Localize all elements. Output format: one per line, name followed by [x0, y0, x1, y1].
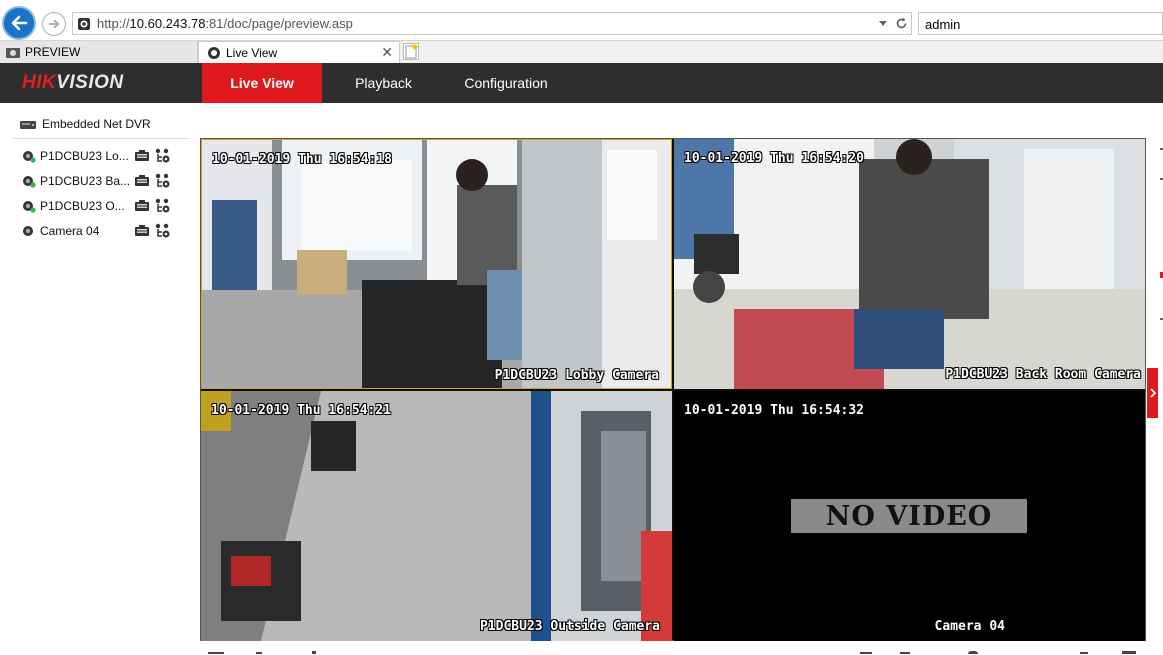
close-tab-icon[interactable]: ✕ [381, 44, 393, 61]
address-bar[interactable]: http://10.60.243.78:81/doc/page/preview.… [72, 12, 912, 35]
video-pane-back-room[interactable]: 10-01-2019 Thu 16:54:20 P1DCBU23 Back Ro… [674, 139, 1145, 389]
tool-icon[interactable] [860, 652, 872, 654]
osd-timestamp: 10-01-2019 Thu 16:54:20 [684, 151, 865, 166]
video-pane-lobby[interactable]: 10-01-2019 Thu 16:54:18 P1DCBU23 Lobby C… [201, 139, 672, 389]
osd-camera-name: P1DCBU23 Back Room Camera [945, 367, 1141, 382]
osd-camera-name: P1DCBU23 Lobby Camera [494, 368, 659, 383]
video-grid: 10-01-2019 Thu 16:54:18 P1DCBU23 Lobby C… [200, 138, 1146, 641]
tool-icon[interactable] [968, 651, 978, 654]
site-favicon-icon [208, 46, 220, 59]
camera-online-icon [23, 176, 36, 188]
tool-icon[interactable] [900, 652, 910, 654]
tool-icon[interactable] [256, 652, 262, 654]
recording-icon[interactable] [135, 225, 149, 236]
browser-tab-bar: PREVIEW Live View ✕ [0, 40, 1163, 64]
arrow-left-icon [11, 15, 28, 31]
camera-label: P1DCBU23 O... [40, 199, 125, 213]
tool-icon[interactable] [1122, 651, 1136, 654]
arrow-right-icon [49, 19, 60, 29]
forward-button[interactable] [42, 12, 66, 36]
tool-icon[interactable] [312, 651, 316, 654]
camera-item[interactable]: P1DCBU23 Ba... [22, 171, 172, 191]
osd-camera-name: P1DCBU23 Outside Camera [479, 619, 660, 634]
camera-item[interactable]: P1DCBU23 Lo... [22, 146, 172, 166]
camera-online-icon [23, 201, 36, 213]
ptz-control-icon[interactable] [155, 198, 171, 214]
camera-item[interactable]: Camera 04 [22, 221, 172, 241]
nav-live-view[interactable]: Live View [202, 63, 322, 103]
video-feed-image [201, 391, 672, 641]
no-video-banner: NO VIDEO [791, 499, 1027, 533]
refresh-icon[interactable] [895, 17, 908, 30]
recording-icon[interactable] [135, 200, 149, 211]
recording-icon[interactable] [135, 150, 149, 161]
video-feed-image [674, 139, 1145, 389]
toolbar-strip [200, 642, 1146, 655]
divider [12, 138, 190, 139]
app-header [0, 63, 1163, 103]
ptz-control-icon[interactable] [155, 148, 171, 164]
hikvision-logo: HIKVISION [22, 72, 124, 93]
osd-timestamp: 10-01-2019 Thu 16:54:18 [212, 152, 393, 167]
device-name: Embedded Net DVR [42, 117, 151, 131]
camera-offline-icon [23, 226, 33, 236]
camera-label: P1DCBU23 Ba... [40, 174, 131, 188]
video-pane-camera-04[interactable]: 10-01-2019 Thu 16:54:32 NO VIDEO Camera … [674, 391, 1145, 641]
back-button[interactable] [2, 6, 36, 40]
camera-online-icon [23, 151, 36, 163]
url-text: http://10.60.243.78:81/doc/page/preview.… [97, 16, 353, 31]
search-input[interactable]: admin [918, 12, 1163, 35]
dropdown-arrow-icon[interactable] [879, 21, 887, 27]
new-tab-icon [405, 44, 418, 59]
tab-label: Live View [226, 45, 278, 60]
nav-configuration[interactable]: Configuration [450, 63, 562, 103]
chevron-right-icon [1149, 388, 1156, 398]
video-feed-image [202, 140, 671, 388]
tab-label: PREVIEW [25, 45, 81, 59]
recording-icon[interactable] [135, 175, 149, 186]
camera-item[interactable]: P1DCBU23 O... [22, 196, 172, 216]
osd-camera-name: Camera 04 [934, 619, 1005, 634]
video-pane-outside[interactable]: 10-01-2019 Thu 16:54:21 P1DCBU23 Outside… [201, 391, 672, 641]
device-tree-root[interactable]: Embedded Net DVR [20, 117, 151, 131]
expand-panel-handle[interactable] [1147, 368, 1158, 418]
osd-timestamp: 10-01-2019 Thu 16:54:21 [211, 403, 392, 418]
camera-label: Camera 04 [40, 224, 100, 238]
ptz-control-icon[interactable] [155, 173, 171, 189]
tool-icon[interactable] [1080, 652, 1088, 654]
tab-preview[interactable]: PREVIEW [0, 41, 198, 63]
camera-label: P1DCBU23 Lo... [40, 149, 129, 163]
layout-icon[interactable] [208, 652, 224, 654]
new-tab-button[interactable] [403, 43, 419, 60]
ptz-control-icon[interactable] [155, 223, 171, 239]
site-favicon-icon [78, 17, 90, 30]
osd-timestamp: 10-01-2019 Thu 16:54:32 [684, 403, 865, 418]
tab-live-view[interactable]: Live View ✕ [198, 41, 400, 63]
dvr-icon [20, 121, 36, 129]
nav-playback[interactable]: Playback [336, 63, 431, 103]
camera-favicon-icon [6, 48, 20, 58]
